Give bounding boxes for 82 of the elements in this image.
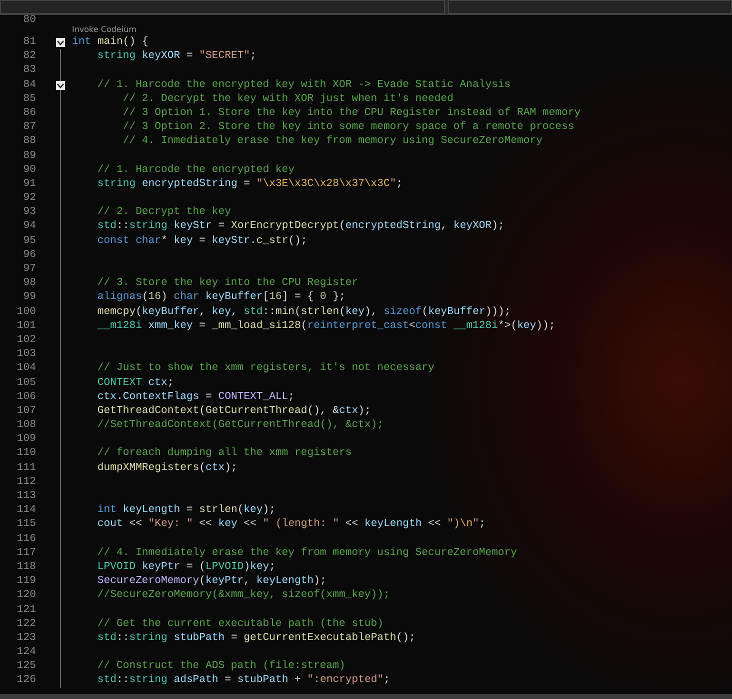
code-line: std::string stubPath = getCurrentExecutablePath();	[96, 630, 416, 646]
line-number: 113	[16, 489, 36, 504]
code-line: // foreach dumping all the xmm registers	[96, 446, 352, 461]
line-number: 121	[16, 602, 36, 617]
line-number: 108	[16, 418, 36, 432]
code-line: // 2. Decrypt the key with XOR just when it's needed	[122, 92, 454, 106]
code-line: // 1. Harcode the encrypted key with XOR -> Evade Static Analysis	[96, 78, 511, 92]
line-number: 122	[16, 616, 36, 631]
line-number: 96	[22, 248, 36, 262]
line-number: 114	[16, 503, 36, 518]
code-line: LPVOID keyPtr = (LPVOID)key;	[96, 560, 276, 574]
code-line: // 3 Option 2. Store the key into some memory space of a remote process	[122, 120, 574, 134]
code-line: // 4. Inmediately erase the key from memory using SecureZeroMemory	[122, 134, 542, 149]
line-number: 99	[22, 290, 36, 305]
code-line: alignas(16) char keyBuffer[16] = { 0 };	[96, 290, 346, 305]
line-number: 83	[22, 63, 36, 78]
line-number: 93	[22, 205, 36, 220]
code-line: //SetThreadContext(GetCurrentThread(), &ctx);	[96, 418, 384, 432]
code-line: GetThreadContext(GetCurrentThread(), &ctx);	[96, 404, 371, 418]
line-number: 124	[16, 645, 36, 660]
line-number: 100	[16, 304, 36, 319]
code-line: CONTEXT ctx;	[96, 376, 174, 390]
line-number: 115	[16, 517, 36, 532]
code-line: memcpy(keyBuffer, key, std::min(strlen(key), sizeof(keyBuffer)));	[96, 304, 511, 319]
line-number: 120	[16, 588, 36, 603]
line-number: 92	[22, 191, 36, 206]
line-number: 119	[16, 574, 36, 588]
code-line: int keyLength = strlen(key);	[96, 503, 276, 518]
code-line: // Get the current executable path (the stub)	[96, 616, 384, 631]
line-number: 95	[22, 234, 36, 248]
code-line: // 1. Harcode the encrypted key	[96, 162, 294, 177]
line-number: 110	[16, 446, 36, 461]
line-number: 97	[22, 262, 36, 276]
code-line: dumpXMMRegisters(ctx);	[96, 460, 238, 475]
line-number: 84	[22, 78, 36, 92]
line-number: 90	[22, 162, 36, 177]
code-line: //SecureZeroMemory(&xmm_key, sizeof(xmm_key));	[96, 588, 390, 603]
code-line: std::string keyStr = XorEncryptDecrypt(encryptedString, keyXOR);	[96, 219, 504, 234]
code-line: // Just to show the xmm registers, it's not necessary	[96, 361, 434, 376]
line-number: 126	[16, 673, 36, 688]
code-line: const char* key = keyStr.c_str();	[96, 234, 308, 248]
line-number: 125	[16, 659, 36, 674]
code-line: SecureZeroMemory(keyPtr, keyLength);	[96, 574, 326, 588]
code-line: // 2. Decrypt the key	[96, 205, 231, 220]
line-number: 112	[16, 474, 36, 490]
line-number: 85	[22, 92, 36, 106]
line-number: 87	[22, 120, 36, 134]
line-number: 118	[16, 560, 36, 574]
line-number: 107	[16, 404, 36, 418]
line-number: 91	[22, 176, 36, 192]
line-number: 104	[16, 361, 36, 376]
line-number: 123	[16, 630, 36, 646]
line-number: 102	[16, 332, 36, 348]
line-number: 101	[16, 318, 36, 333]
line-number: 89	[22, 148, 36, 163]
line-number: 105	[16, 376, 36, 390]
line-number: 81	[22, 35, 36, 50]
collapse-icon[interactable]	[56, 38, 65, 47]
line-number: 88	[22, 134, 36, 149]
code-line: // 3 Option 1. Store the key into the CPU Register instead of RAM memory	[122, 106, 581, 120]
line-number: 111	[16, 460, 36, 475]
code-line: __m128i xmm_key = _mm_load_si128(reinterpret_cast<const __m128i*>(key));	[96, 318, 556, 333]
line-number: 117	[16, 546, 36, 560]
code-line: ctx.ContextFlags = CONTEXT_ALL;	[96, 390, 295, 404]
code-line: // 4. Inmediately erase the key from memory using SecureZeroMemory	[96, 546, 518, 560]
code-line: // 3. Store the key into the CPU Register	[96, 276, 358, 290]
codelens-link[interactable]: Invoke Codeium	[72, 25, 732, 35]
code-line: string encryptedString = "\x3E\x3C\x28\x37\x3C";	[96, 176, 403, 192]
code-line: string keyXOR = "SECRET";	[96, 49, 256, 64]
line-number: 80	[22, 15, 36, 25]
code-line: std::string adsPath = stubPath + ":encrypted";	[96, 673, 390, 688]
line-number: 109	[16, 432, 36, 446]
code-line: // Construct the ADS path (file:stream)	[96, 659, 346, 674]
line-number: 94	[22, 219, 36, 234]
code-line: cout << "Key: " << key << " (length: " << keyLength << ")\n";	[96, 517, 486, 532]
line-number: 98	[22, 276, 36, 290]
line-number: 116	[16, 532, 36, 546]
line-number: 82	[22, 49, 36, 64]
code-line: int main() {	[72, 35, 148, 50]
line-number: 103	[16, 347, 36, 362]
line-number: 106	[16, 390, 36, 404]
line-number: 86	[22, 106, 36, 120]
